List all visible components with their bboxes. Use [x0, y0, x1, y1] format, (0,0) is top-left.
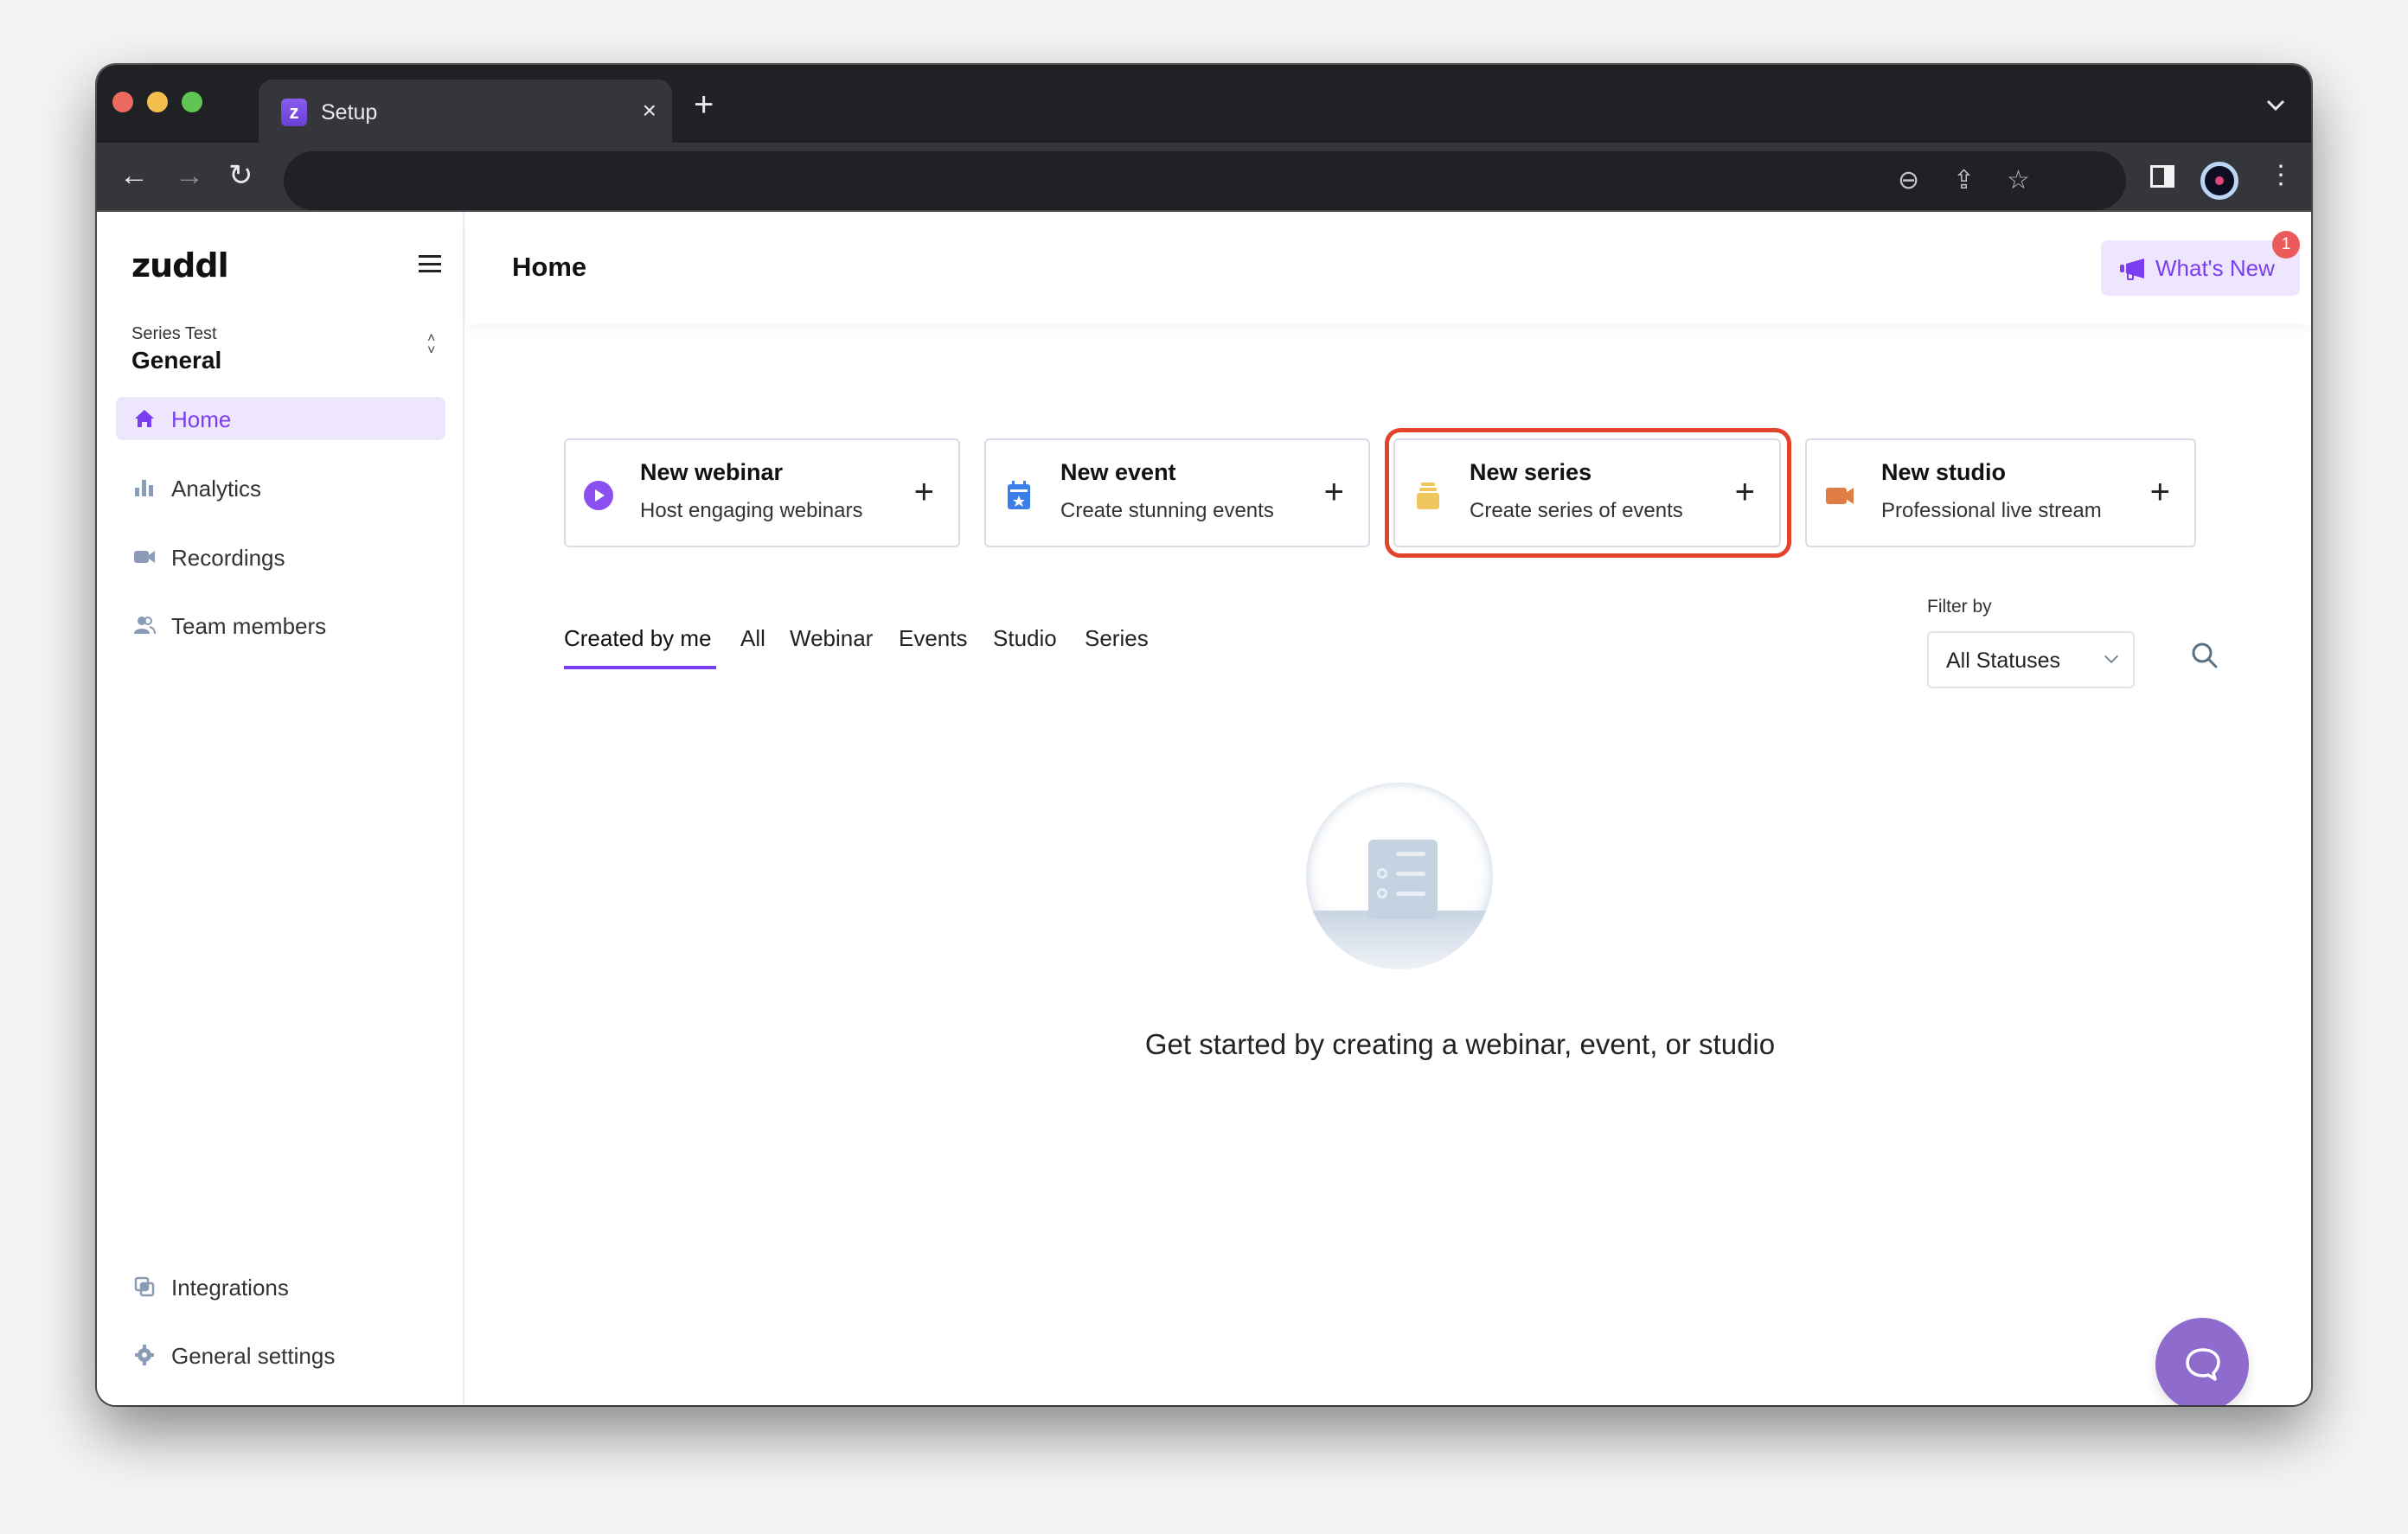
- workspace-label: Series Test: [131, 324, 217, 343]
- card-subtitle: Professional live stream: [1881, 499, 2102, 522]
- new-tab-button[interactable]: +: [694, 87, 714, 122]
- checklist-document-icon: [1368, 840, 1438, 919]
- tab-created-by-me[interactable]: Created by me: [564, 625, 712, 652]
- zoom-out-icon[interactable]: ⊖: [1898, 165, 1919, 196]
- sidebar-item-label: Home: [171, 406, 232, 432]
- bookmark-star-icon[interactable]: ☆: [2007, 165, 2030, 196]
- card-title: New event: [1060, 459, 1176, 485]
- notification-badge: 1: [2272, 231, 2300, 259]
- sidebar-item-label: Team members: [171, 613, 327, 639]
- whats-new-label: What's New: [2155, 255, 2275, 281]
- card-subtitle: Create stunning events: [1060, 499, 1274, 522]
- zuddl-favicon-icon: z: [281, 99, 307, 126]
- sidebar-item-team-members[interactable]: Team members: [116, 604, 445, 647]
- plus-icon[interactable]: +: [914, 475, 934, 509]
- sidebar-item-label: General settings: [171, 1343, 336, 1369]
- more-menu-icon[interactable]: ⋮: [2268, 160, 2294, 191]
- play-icon: [584, 481, 613, 510]
- status-filter-select[interactable]: All Statuses: [1927, 631, 2135, 688]
- chat-bubble-icon: [2186, 1348, 2220, 1381]
- search-icon[interactable]: [2190, 641, 2219, 670]
- sidebar-item-general-settings[interactable]: General settings: [116, 1333, 445, 1377]
- maximize-window-button[interactable]: [182, 92, 202, 112]
- tab-events[interactable]: Events: [899, 625, 968, 652]
- chevron-up-down-icon[interactable]: ˄ ˅: [427, 332, 435, 358]
- tab-close-icon[interactable]: ×: [643, 97, 656, 125]
- card-subtitle: Host engaging webinars: [640, 499, 863, 522]
- new-webinar-card[interactable]: New webinar Host engaging webinars +: [564, 438, 960, 547]
- integrations-icon: [134, 1276, 155, 1297]
- card-title: New webinar: [640, 459, 784, 485]
- tab-all[interactable]: All: [740, 625, 765, 652]
- tab-search-chevron-icon[interactable]: [2266, 91, 2285, 118]
- chat-support-button[interactable]: [2155, 1318, 2249, 1405]
- sidebar-item-home[interactable]: Home: [116, 397, 445, 440]
- browser-window: z Setup × + ← → ↻ ⊖ ⇪ ☆ ⋮ zuddl Series T…: [97, 65, 2311, 1405]
- reload-button[interactable]: ↻: [228, 158, 253, 193]
- tab-studio[interactable]: Studio: [993, 625, 1057, 652]
- app-content: zuddl Series Test General ˄ ˅ Home Analyt…: [97, 212, 2311, 1405]
- home-icon: [135, 410, 154, 427]
- sidebar-item-label: Analytics: [171, 476, 262, 502]
- plus-icon[interactable]: +: [1324, 475, 1344, 509]
- share-icon[interactable]: ⇪: [1953, 165, 1975, 196]
- sidebar-item-label: Recordings: [171, 545, 285, 571]
- tab-series[interactable]: Series: [1085, 625, 1149, 652]
- video-camera-icon: [1826, 488, 1854, 504]
- sidebar-item-analytics[interactable]: Analytics: [116, 466, 445, 509]
- chevron-down-icon: [2104, 649, 2118, 663]
- gear-icon: [135, 1345, 154, 1365]
- plus-icon[interactable]: +: [2150, 475, 2170, 509]
- sidebar: zuddl Series Test General ˄ ˅ Home Analyt…: [97, 212, 464, 1405]
- close-window-button[interactable]: [112, 92, 133, 112]
- new-studio-card[interactable]: New studio Professional live stream +: [1805, 438, 2196, 547]
- tab-strip: z Setup × +: [97, 65, 2311, 143]
- page-title: Home: [512, 252, 587, 282]
- whats-new-button[interactable]: What's New: [2101, 240, 2300, 296]
- browser-tab[interactable]: z Setup ×: [259, 80, 672, 143]
- back-button[interactable]: ←: [119, 158, 149, 193]
- sidebar-item-recordings[interactable]: Recordings: [116, 535, 445, 578]
- empty-state-illustration: [1306, 783, 1493, 969]
- empty-state-message: Get started by creating a webinar, event…: [1144, 1028, 1776, 1060]
- minimize-window-button[interactable]: [147, 92, 168, 112]
- team-icon: [134, 617, 156, 635]
- workspace-name: General: [131, 347, 222, 374]
- megaphone-icon: [2120, 259, 2144, 280]
- side-panel-icon[interactable]: [2150, 165, 2174, 188]
- zuddl-logo[interactable]: zuddl: [131, 246, 229, 284]
- status-filter-value: All Statuses: [1946, 649, 2061, 673]
- filter-label: Filter by: [1927, 597, 1992, 617]
- top-header: Home What's New 1: [466, 212, 2311, 324]
- tab-webinar[interactable]: Webinar: [790, 625, 873, 652]
- browser-toolbar: ← → ↻ ⊖ ⇪ ☆ ⋮: [97, 143, 2311, 212]
- tab-title: Setup: [321, 100, 378, 125]
- video-camera-icon: [134, 551, 155, 563]
- hamburger-menu-icon[interactable]: [419, 255, 441, 272]
- highlight-annotation: [1385, 428, 1791, 558]
- active-tab-indicator: [564, 666, 716, 669]
- sidebar-item-label: Integrations: [171, 1275, 289, 1301]
- profile-avatar[interactable]: [2200, 162, 2238, 200]
- forward-button[interactable]: →: [175, 158, 204, 193]
- new-event-card[interactable]: New event Create stunning events +: [984, 438, 1370, 547]
- bar-chart-icon: [135, 480, 153, 496]
- sidebar-item-integrations[interactable]: Integrations: [116, 1265, 445, 1308]
- card-title: New studio: [1881, 459, 2007, 485]
- calendar-star-icon: [1008, 481, 1030, 509]
- address-bar[interactable]: ⊖ ⇪ ☆: [284, 151, 2126, 210]
